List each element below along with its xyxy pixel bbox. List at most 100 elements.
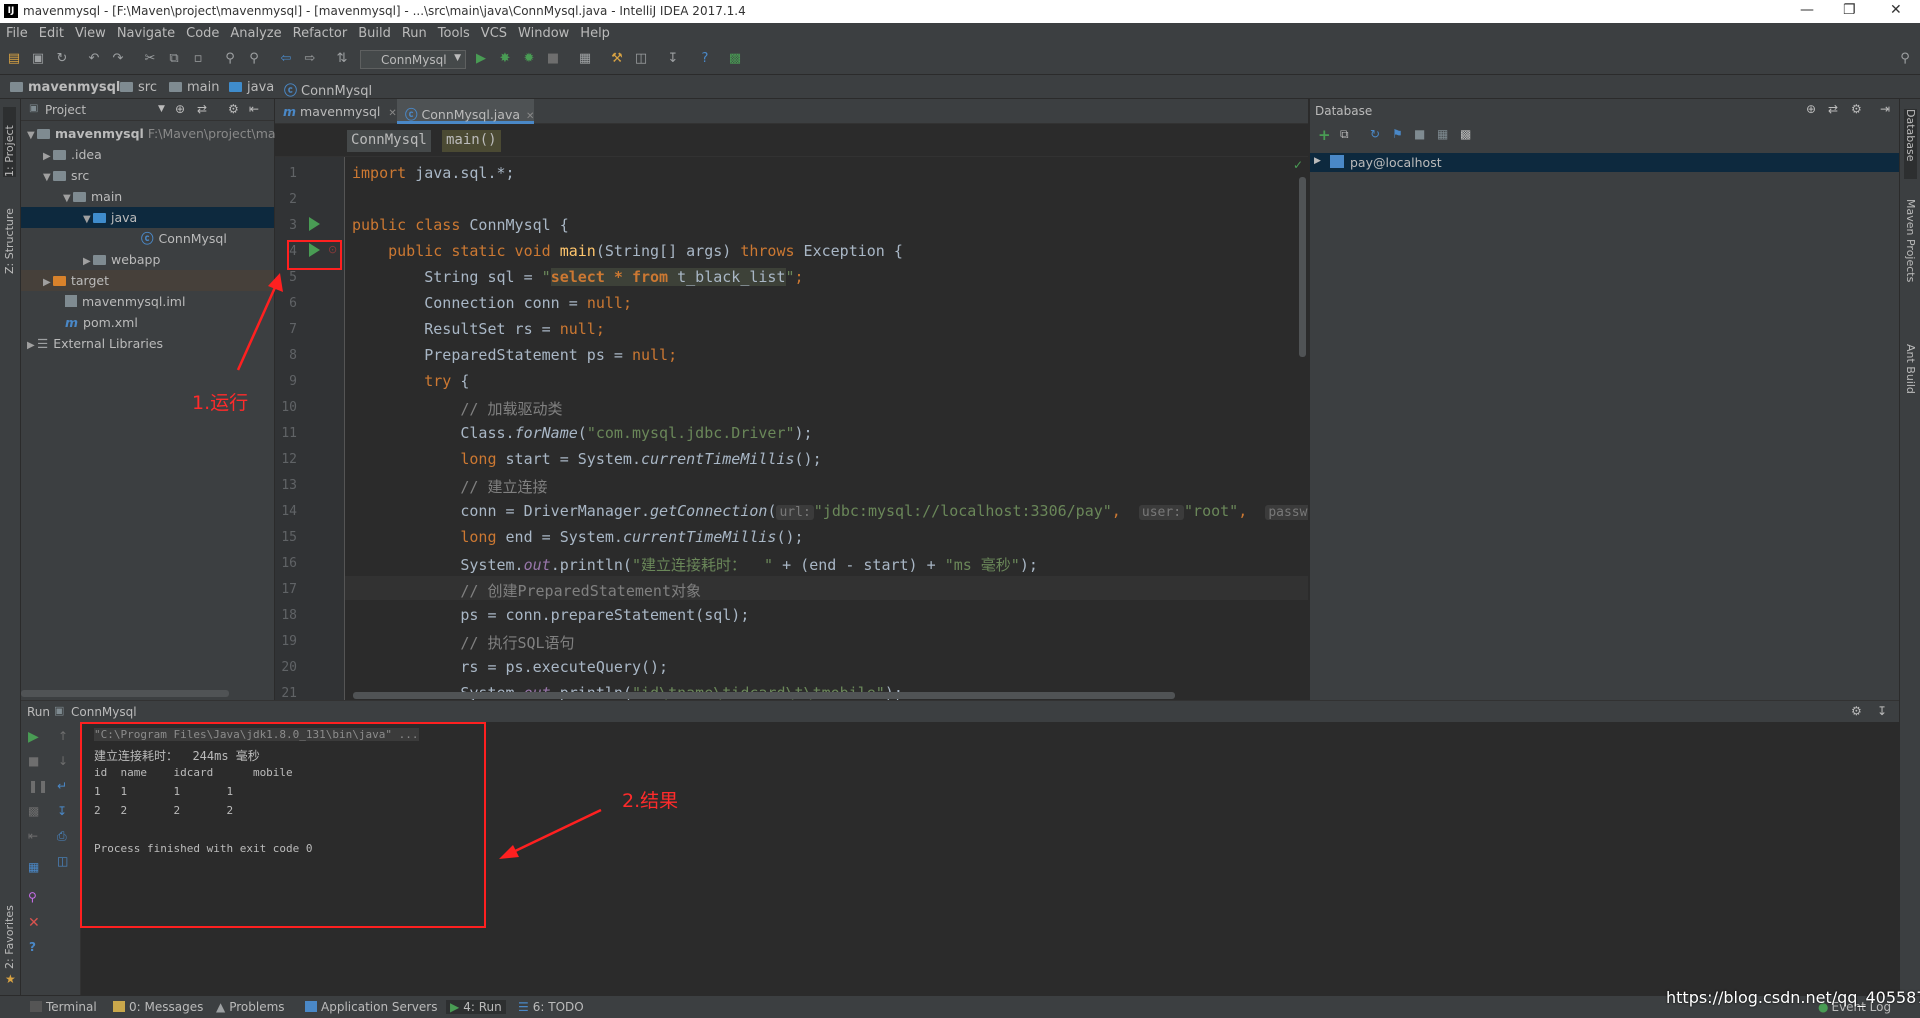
menu-vcs[interactable]: VCS: [475, 23, 512, 41]
vertical-scrollbar[interactable]: [1299, 177, 1306, 357]
run-class-gutter-icon[interactable]: [309, 217, 320, 231]
menu-tools[interactable]: Tools: [432, 23, 475, 41]
help-icon[interactable]: ?: [698, 52, 712, 66]
print-icon[interactable]: ⎙: [57, 829, 67, 844]
tab-application-servers[interactable]: Application Servers: [305, 1000, 437, 1014]
menu-view[interactable]: View: [69, 23, 111, 41]
tab-terminal[interactable]: Terminal: [30, 1000, 97, 1014]
coverage-icon[interactable]: ✹: [522, 52, 536, 66]
find-icon[interactable]: ⚲: [223, 52, 237, 66]
tree-item-connmysql[interactable]: ⓒ ConnMysql: [21, 228, 274, 249]
tree-item-idea[interactable]: ▶ .idea: [21, 144, 274, 165]
menu-build[interactable]: Build: [352, 23, 396, 41]
settings-globe-icon[interactable]: ⊕: [1806, 102, 1816, 116]
crumb-method[interactable]: main(): [442, 130, 501, 152]
crumb-class[interactable]: ConnMysql: [347, 130, 431, 152]
build-icon[interactable]: ⇅: [335, 52, 349, 66]
run-config-name[interactable]: ConnMysql: [71, 705, 137, 719]
gear-icon[interactable]: ⚙: [1851, 102, 1862, 116]
menu-window[interactable]: Window: [512, 23, 574, 41]
stop-icon[interactable]: ■: [546, 52, 560, 66]
open-icon[interactable]: ▤: [7, 52, 21, 66]
view-selector-chevron-icon[interactable]: ▼: [158, 104, 165, 114]
project-structure-icon[interactable]: ▦: [578, 52, 592, 66]
collapse-all-icon[interactable]: ⇄: [197, 102, 207, 116]
sync-icon[interactable]: ↻: [55, 52, 69, 66]
hide-panel-icon[interactable]: ⇤: [249, 102, 259, 116]
vcs-icon[interactable]: ↧: [666, 52, 680, 66]
tab-mavenmysql[interactable]: m mavenmysql ✕: [275, 99, 397, 124]
breadcrumb-item[interactable]: mavenmysql: [10, 80, 120, 95]
paste-icon[interactable]: ▫: [191, 52, 205, 66]
search-everywhere-icon[interactable]: ⚲: [1898, 52, 1912, 66]
tab-maven-projects[interactable]: Maven Projects: [1904, 199, 1917, 309]
exit-icon[interactable]: ⇤: [28, 829, 38, 843]
code-horizontal-scrollbar[interactable]: [353, 692, 1175, 699]
soft-wrap-icon[interactable]: ↵: [57, 779, 67, 793]
tree-item-java[interactable]: ▼ java: [21, 207, 274, 228]
tab-database[interactable]: Database: [1904, 109, 1917, 179]
redo-icon[interactable]: ↷: [111, 52, 125, 66]
stop-icon[interactable]: ■: [1414, 127, 1425, 141]
tab-project[interactable]: 1: Project: [3, 107, 16, 177]
scroll-to-end-icon[interactable]: ↧: [57, 804, 67, 818]
close-window-icon[interactable]: ✕: [1890, 2, 1902, 18]
hide-panel-icon[interactable]: ↧: [1877, 704, 1887, 718]
properties-icon[interactable]: ⚑: [1392, 127, 1403, 141]
horizontal-scrollbar[interactable]: [21, 690, 229, 697]
dump-threads-icon[interactable]: ▩: [28, 804, 39, 818]
restore-icon[interactable]: ❐: [1843, 2, 1856, 18]
gear-icon[interactable]: ⚙: [228, 102, 239, 116]
back-icon[interactable]: ⇦: [279, 52, 293, 66]
tab-problems[interactable]: ▲ Problems: [216, 1000, 285, 1014]
menu-edit[interactable]: Edit: [33, 23, 69, 41]
copy-icon[interactable]: ⧉: [167, 52, 181, 66]
close-icon[interactable]: ✕: [28, 915, 40, 931]
settings-wrench-icon[interactable]: ⚒: [610, 52, 624, 66]
clear-all-icon[interactable]: ◫: [57, 854, 68, 868]
tab-structure[interactable]: Z: Structure: [3, 194, 16, 274]
menu-navigate[interactable]: Navigate: [111, 23, 180, 41]
tab-connmysql-java[interactable]: ⓒ ConnMysql.java ✕: [397, 99, 534, 124]
pause-icon[interactable]: ❚❚: [28, 779, 48, 793]
close-tab-icon[interactable]: ✕: [526, 111, 534, 122]
scroll-up-icon[interactable]: ↑: [58, 729, 68, 743]
replace-icon[interactable]: ⚲: [247, 52, 261, 66]
tab-favorites[interactable]: 2: Favorites: [3, 899, 16, 969]
code-editor[interactable]: import java.sql.*; public class ConnMysq…: [345, 157, 1308, 700]
menu-code[interactable]: Code: [180, 23, 224, 41]
pin-icon[interactable]: ⚲: [28, 890, 37, 904]
undo-icon[interactable]: ↶: [87, 52, 101, 66]
tab-todo[interactable]: ☰ 6: TODO: [518, 1000, 584, 1014]
copy-icon[interactable]: ⧉: [1340, 127, 1349, 142]
tree-item-main[interactable]: ▼ main: [21, 186, 274, 207]
menu-help[interactable]: Help: [574, 23, 615, 41]
breadcrumb-item[interactable]: main: [169, 80, 219, 95]
add-icon[interactable]: +: [1318, 126, 1331, 144]
console-icon[interactable]: ▩: [1460, 127, 1471, 141]
run-configuration-select[interactable]: ConnMysql ▼: [360, 50, 466, 69]
tab-messages[interactable]: 0: Messages: [113, 1000, 203, 1014]
breadcrumb-item[interactable]: java: [229, 80, 274, 95]
scroll-from-source-icon[interactable]: ⊕: [175, 102, 185, 116]
stop-icon[interactable]: ■: [28, 754, 39, 768]
layout-icon[interactable]: ▦: [28, 860, 39, 874]
table-icon[interactable]: ▦: [1437, 127, 1448, 141]
db-item-pay-localhost[interactable]: ▶ pay@localhost: [1310, 153, 1900, 172]
tab-run[interactable]: ▶ 4: Run: [446, 1000, 506, 1014]
menu-file[interactable]: File: [0, 23, 33, 41]
minimize-icon[interactable]: —: [1800, 2, 1814, 18]
gear-icon[interactable]: ⚙: [1851, 704, 1862, 718]
tree-item-src[interactable]: ▼ src: [21, 165, 274, 186]
run-icon[interactable]: ▶: [474, 52, 488, 66]
debug-icon[interactable]: ✸: [498, 52, 512, 66]
sdk-icon[interactable]: ◫: [634, 52, 648, 66]
tab-ant-build[interactable]: Ant Build: [1904, 344, 1917, 414]
scroll-down-icon[interactable]: ↓: [58, 754, 68, 768]
cut-icon[interactable]: ✂: [143, 52, 157, 66]
menu-analyze[interactable]: Analyze: [224, 23, 286, 41]
collapse-icon[interactable]: ⇄: [1828, 102, 1838, 116]
refresh-icon[interactable]: ↻: [1370, 127, 1380, 141]
menu-run[interactable]: Run: [396, 23, 432, 41]
save-icon[interactable]: ▣: [31, 52, 45, 66]
